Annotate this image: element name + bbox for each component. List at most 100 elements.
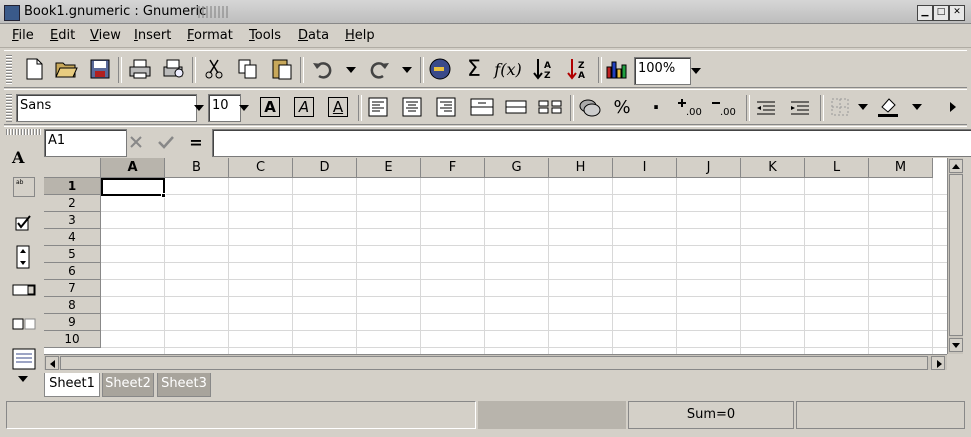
font-size-field[interactable]: 10 xyxy=(208,94,241,122)
borders-icon[interactable] xyxy=(826,93,854,121)
formula-bar-handle[interactable] xyxy=(6,129,42,135)
decrease-decimals-icon[interactable]: .00 xyxy=(710,93,738,121)
object-toolbar-overflow-icon[interactable] xyxy=(18,376,28,382)
split-cells-icon[interactable] xyxy=(536,93,564,121)
print-preview-icon[interactable] xyxy=(160,55,188,83)
column-header[interactable]: F xyxy=(421,158,485,178)
sort-descending-icon[interactable]: ZA xyxy=(564,55,592,83)
menu-insert[interactable]: Insert xyxy=(134,28,171,43)
sheet-tab-sheet2[interactable]: Sheet2 xyxy=(102,373,154,397)
fill-color-dropdown-icon[interactable] xyxy=(912,104,922,110)
decrease-indent-icon[interactable] xyxy=(752,93,780,121)
chart-icon[interactable] xyxy=(602,55,630,83)
menu-format[interactable]: Format xyxy=(187,28,233,43)
row-header[interactable]: 8 xyxy=(44,297,101,314)
borders-dropdown-icon[interactable] xyxy=(858,104,868,110)
column-header[interactable]: G xyxy=(485,158,549,178)
zoom-dropdown-icon[interactable] xyxy=(691,68,701,74)
menu-view[interactable]: View xyxy=(90,28,121,43)
scroll-down-button[interactable] xyxy=(949,338,963,352)
row-header[interactable]: 9 xyxy=(44,314,101,331)
maximize-button[interactable]: □ xyxy=(933,5,949,21)
column-header[interactable]: L xyxy=(805,158,869,178)
print-icon[interactable] xyxy=(126,55,154,83)
vertical-scroll-thumb[interactable] xyxy=(949,174,963,336)
sheet-tab-sheet3[interactable]: Sheet3 xyxy=(157,373,211,397)
cell-reference-field[interactable]: A1 xyxy=(44,129,127,157)
row-header[interactable]: 10 xyxy=(44,331,101,348)
redo-icon[interactable] xyxy=(366,55,394,83)
toolbar-overflow-icon[interactable] xyxy=(950,102,956,112)
horizontal-scroll-thumb[interactable] xyxy=(60,356,928,370)
menu-edit[interactable]: Edit xyxy=(50,28,75,43)
thousands-separator-button[interactable]: · xyxy=(642,93,670,121)
function-wizard-icon[interactable]: f(x) xyxy=(494,55,522,83)
scroll-right-button[interactable] xyxy=(931,356,945,370)
accept-entry-icon[interactable] xyxy=(152,128,180,156)
save-icon[interactable] xyxy=(86,55,114,83)
fill-handle[interactable] xyxy=(161,193,166,198)
menu-data[interactable]: Data xyxy=(298,28,329,43)
font-name-field[interactable]: Sans xyxy=(16,94,197,122)
row-header[interactable]: 4 xyxy=(44,229,101,246)
row-header[interactable]: 7 xyxy=(44,280,101,297)
formula-input[interactable] xyxy=(212,129,971,157)
column-header[interactable]: E xyxy=(357,158,421,178)
italic-button[interactable]: A xyxy=(290,93,318,121)
row-header[interactable]: 3 xyxy=(44,212,101,229)
font-size-dropdown-icon[interactable] xyxy=(239,105,249,111)
font-name-dropdown-icon[interactable] xyxy=(194,105,204,111)
column-header[interactable]: B xyxy=(165,158,229,178)
button-tool-icon[interactable] xyxy=(12,317,36,331)
fill-color-icon[interactable] xyxy=(874,93,902,121)
undo-icon[interactable] xyxy=(308,55,336,83)
selected-cell-cursor[interactable] xyxy=(101,178,165,196)
cut-icon[interactable] xyxy=(200,55,228,83)
zoom-field[interactable]: 100% xyxy=(634,57,691,85)
window-titlebar[interactable]: Book1.gnumeric : Gnumeric ▁ □ ✕ xyxy=(0,0,971,24)
increase-indent-icon[interactable] xyxy=(786,93,814,121)
hyperlink-globe-icon[interactable] xyxy=(426,55,454,83)
row-header[interactable]: 5 xyxy=(44,246,101,263)
bold-button[interactable]: A xyxy=(256,93,284,121)
percent-format-button[interactable]: % xyxy=(608,93,636,121)
redo-dropdown-icon[interactable] xyxy=(402,67,412,73)
column-header[interactable]: I xyxy=(613,158,677,178)
center-across-selection-icon[interactable] xyxy=(468,93,496,121)
vertical-scrollbar[interactable] xyxy=(947,158,963,354)
checkbox-tool-icon[interactable] xyxy=(14,214,32,232)
listbox-tool-icon[interactable] xyxy=(12,283,36,297)
cell-area[interactable] xyxy=(101,178,947,354)
column-header[interactable]: A xyxy=(101,158,165,178)
column-header[interactable]: J xyxy=(677,158,741,178)
column-header[interactable]: C xyxy=(229,158,293,178)
column-header[interactable]: K xyxy=(741,158,805,178)
menu-help[interactable]: Help xyxy=(345,28,375,43)
merge-cells-icon[interactable] xyxy=(502,93,530,121)
horizontal-scrollbar[interactable] xyxy=(44,354,947,370)
new-icon[interactable] xyxy=(20,55,48,83)
menu-tools[interactable]: Tools xyxy=(249,28,281,43)
select-all-corner[interactable] xyxy=(44,158,101,178)
frame-tool-icon[interactable]: ab xyxy=(13,177,35,197)
underline-button[interactable]: A xyxy=(324,93,352,121)
undo-dropdown-icon[interactable] xyxy=(346,67,356,73)
align-right-icon[interactable] xyxy=(432,93,460,121)
toolbar-handle[interactable] xyxy=(6,94,12,122)
open-icon[interactable] xyxy=(52,55,80,83)
align-center-icon[interactable] xyxy=(398,93,426,121)
column-header[interactable]: M xyxy=(869,158,933,178)
column-header[interactable]: H xyxy=(549,158,613,178)
label-tool-icon[interactable]: A xyxy=(12,148,24,167)
spreadsheet-grid[interactable]: ABCDEFGHIJKLM 1 2 3 4 5 6 7 8 9 10 xyxy=(44,158,947,354)
close-button[interactable]: ✕ xyxy=(949,5,965,21)
spinbutton-tool-icon[interactable] xyxy=(16,245,30,269)
row-header[interactable]: 2 xyxy=(44,195,101,212)
autosum-icon[interactable]: Σ xyxy=(460,55,488,83)
align-left-icon[interactable] xyxy=(364,93,392,121)
sort-ascending-icon[interactable]: AZ xyxy=(530,55,558,83)
copy-icon[interactable] xyxy=(234,55,262,83)
cancel-entry-icon[interactable] xyxy=(122,128,150,156)
toolbar-handle[interactable] xyxy=(6,55,12,85)
row-header[interactable]: 6 xyxy=(44,263,101,280)
